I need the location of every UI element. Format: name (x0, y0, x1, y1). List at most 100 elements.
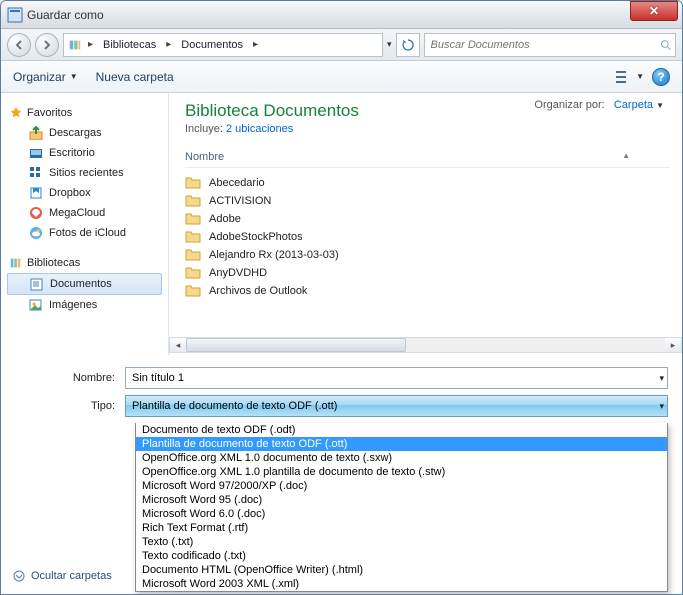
item-icon (29, 126, 43, 140)
list-item[interactable]: Archivos de Outlook (185, 282, 670, 300)
view-icon (616, 70, 632, 84)
forward-button[interactable] (35, 33, 59, 57)
filetype-option[interactable]: Rich Text Format (.rtf) (136, 521, 667, 535)
footer: Ocultar carpetas (13, 570, 112, 582)
sidebar-item[interactable]: Fotos de iCloud (7, 223, 162, 243)
file-name: Adobe (209, 213, 241, 225)
organize-by-label: Organizar por: (534, 99, 604, 111)
search-input[interactable] (429, 38, 660, 52)
sidebar-item-label: Escritorio (49, 147, 95, 159)
filetype-field[interactable]: Plantilla de documento de texto ODF (.ot… (125, 395, 668, 417)
arrow-right-icon (42, 40, 52, 50)
sidebar-item-label: Descargas (49, 127, 102, 139)
save-as-dialog: Guardar como ✕ ▸ Bibliotecas ▸ Documento… (0, 0, 683, 595)
file-name: Abecedario (209, 177, 265, 189)
filetype-option[interactable]: Documento HTML (OpenOffice Writer) (.htm… (136, 563, 667, 577)
search-icon (660, 39, 671, 51)
scroll-track[interactable] (186, 338, 665, 352)
favorites-label: Favoritos (27, 107, 72, 119)
chevron-down-icon[interactable]: ▾ (659, 373, 664, 384)
new-folder-button[interactable]: Nueva carpeta (96, 70, 174, 84)
chevron-right-icon: ▸ (164, 39, 173, 50)
filetype-option[interactable]: Documento de texto ODF (.odt) (136, 423, 667, 437)
sidebar-item[interactable]: Escritorio (7, 143, 162, 163)
item-icon (30, 277, 44, 291)
organize-button[interactable]: Organizar ▼ (13, 70, 78, 84)
list-item[interactable]: AdobeStockPhotos (185, 228, 670, 246)
libraries-label: Bibliotecas (27, 257, 80, 269)
view-options-button[interactable]: ▼ (616, 70, 644, 84)
scroll-thumb[interactable] (186, 338, 406, 352)
list-item[interactable]: ACTIVISION (185, 192, 670, 210)
sidebar-item-label: Sitios recientes (49, 167, 124, 179)
star-icon (9, 106, 23, 120)
item-icon (29, 226, 43, 240)
filetype-option[interactable]: Microsoft Word 97/2000/XP (.doc) (136, 479, 667, 493)
chevron-down-icon[interactable]: ▾ (659, 401, 664, 412)
filename-field[interactable]: Sin título 1 ▾ (125, 367, 668, 389)
sidebar: Favoritos Descargas Escritorio Sitios reci… (1, 93, 169, 355)
organize-label: Organizar (13, 70, 66, 84)
chevron-down-icon (13, 570, 25, 582)
horizontal-scrollbar[interactable]: ◂ ▸ (169, 337, 682, 353)
folder-icon (185, 266, 201, 280)
filetype-option[interactable]: OpenOffice.org XML 1.0 plantilla de docu… (136, 465, 667, 479)
chevron-down-icon: ▼ (636, 72, 644, 81)
folder-icon (185, 176, 201, 190)
sidebar-item[interactable]: Documentos (7, 273, 162, 295)
sidebar-item-label: Fotos de iCloud (49, 227, 126, 239)
item-icon (29, 166, 43, 180)
folder-icon (185, 284, 201, 298)
column-name[interactable]: Nombre (185, 151, 622, 163)
search-field[interactable] (424, 33, 676, 57)
favorites-header[interactable]: Favoritos (7, 103, 162, 123)
list-item[interactable]: Alejandro Rx (2013-03-03) (185, 246, 670, 264)
sidebar-item[interactable]: Imágenes (7, 295, 162, 315)
type-label: Tipo: (15, 400, 125, 412)
filetype-option[interactable]: OpenOffice.org XML 1.0 documento de text… (136, 451, 667, 465)
list-item[interactable]: Adobe (185, 210, 670, 228)
sidebar-item[interactable]: Dropbox (7, 183, 162, 203)
chevron-right-icon: ▸ (86, 39, 95, 50)
filetype-option[interactable]: Microsoft Word 6.0 (.doc) (136, 507, 667, 521)
scroll-right-button[interactable]: ▸ (665, 338, 681, 352)
refresh-button[interactable] (396, 33, 420, 57)
scroll-left-button[interactable]: ◂ (170, 338, 186, 352)
file-list: Abecedario ACTIVISION Adobe AdobeStockPhoto… (185, 174, 670, 300)
breadcrumb-documents[interactable]: Documentos (177, 37, 247, 53)
file-name: Archivos de Outlook (209, 285, 307, 297)
file-name: AdobeStockPhotos (209, 231, 303, 243)
file-name: AnyDVDHD (209, 267, 267, 279)
help-button[interactable]: ? (652, 68, 670, 86)
column-headers[interactable]: Nombre ▲ (185, 147, 670, 168)
sidebar-item[interactable]: Sitios recientes (7, 163, 162, 183)
sidebar-item[interactable]: Descargas (7, 123, 162, 143)
close-button[interactable]: ✕ (630, 1, 678, 21)
filetype-option[interactable]: Microsoft Word 95 (.doc) (136, 493, 667, 507)
item-icon (29, 186, 43, 200)
refresh-icon (402, 39, 414, 51)
sidebar-item[interactable]: MegaCloud (7, 203, 162, 223)
libraries-header[interactable]: Bibliotecas (7, 253, 162, 273)
app-icon (7, 7, 23, 23)
filetype-option[interactable]: Texto codificado (.txt) (136, 549, 667, 563)
help-icon: ? (657, 70, 664, 84)
breadcrumb[interactable]: ▸ Bibliotecas ▸ Documentos ▸ (63, 33, 383, 57)
hide-folders-link[interactable]: Ocultar carpetas (31, 570, 112, 582)
filetype-option[interactable]: Microsoft Word 2003 XML (.xml) (136, 577, 667, 591)
filetype-option[interactable]: Plantilla de documento de texto ODF (.ot… (136, 437, 667, 451)
organize-by: Organizar por: Carpeta ▼ (534, 99, 664, 111)
locations-link[interactable]: 2 ubicaciones (226, 123, 293, 135)
file-name: Alejandro Rx (2013-03-03) (209, 249, 339, 261)
item-icon (29, 298, 43, 312)
list-item[interactable]: AnyDVDHD (185, 264, 670, 282)
filetype-dropdown-list[interactable]: Documento de texto ODF (.odt)Plantilla d… (135, 423, 668, 592)
list-item[interactable]: Abecedario (185, 174, 670, 192)
breadcrumb-libraries[interactable]: Bibliotecas (99, 37, 160, 53)
back-button[interactable] (7, 33, 31, 57)
filetype-option[interactable]: Texto (.txt) (136, 535, 667, 549)
organize-by-value[interactable]: Carpeta ▼ (614, 99, 664, 111)
history-dropdown[interactable]: ▾ (387, 39, 392, 50)
sidebar-item-label: Documentos (50, 278, 112, 290)
folder-icon (185, 212, 201, 226)
